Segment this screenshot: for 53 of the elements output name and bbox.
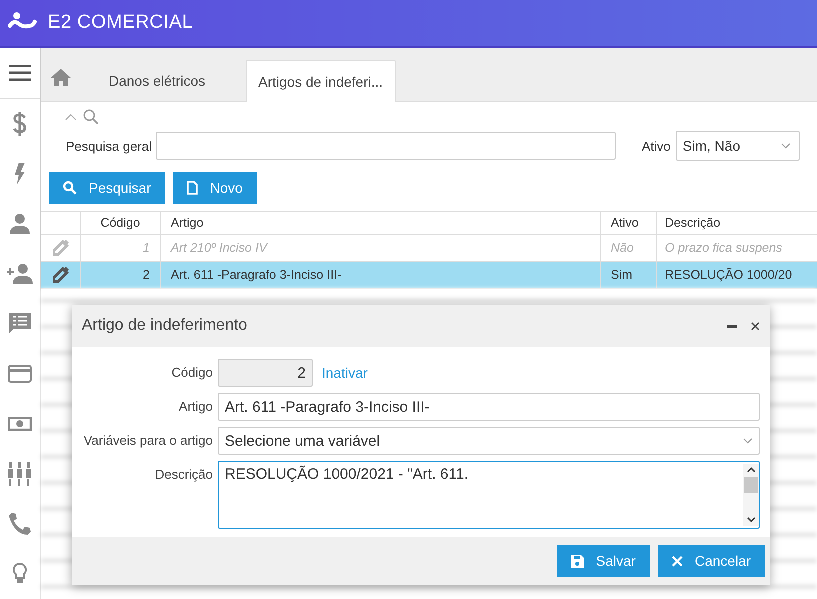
search-icon[interactable] — [83, 109, 99, 125]
search-icon — [63, 181, 77, 195]
person-icon[interactable] — [10, 214, 30, 234]
chevron-down-icon — [780, 143, 791, 149]
column-header[interactable]: Código — [81, 212, 161, 234]
close-icon — [672, 556, 683, 566]
table-cell-text: RESOLUÇÃO 1000/20 — [664, 267, 794, 284]
phone-icon[interactable] — [9, 513, 31, 535]
description-field[interactable]: RESOLUÇÃO 1000/2021 - "Art. 611. — [218, 461, 760, 529]
table-cell: Não — [601, 235, 657, 261]
table-row[interactable]: 2 Art. 611 -Paragrafo 3-Inciso III- Sim RESOLUÇÃO 1000/20 — [41, 262, 817, 289]
scrollbar[interactable] — [743, 464, 759, 526]
close-icon[interactable] — [751, 322, 760, 330]
table-cell: Art. 611 -Paragrafo 3-Inciso III- — [161, 262, 601, 288]
dialog-title: Artigo de indeferimento — [82, 317, 248, 335]
search-field[interactable] — [156, 132, 616, 160]
chevron-down-icon — [743, 438, 753, 444]
field-label: Código — [170, 364, 214, 382]
search-label: Pesquisa geral — [65, 138, 153, 154]
variable-select[interactable]: Selecione uma variável — [218, 427, 760, 455]
article-field[interactable]: Art. 611 -Paragrafo 3-Inciso III- — [218, 393, 760, 421]
tab[interactable]: Artigos de indeferi... — [246, 60, 396, 102]
lightbulb-icon[interactable] — [13, 563, 27, 585]
add-person-icon[interactable] — [7, 264, 33, 284]
menu-icon — [9, 65, 31, 81]
collapse-icon[interactable] — [65, 114, 77, 120]
table-cell-text: O prazo fica suspens — [664, 240, 784, 257]
table-cell: 2 — [81, 262, 161, 288]
credit-card-icon[interactable] — [8, 365, 32, 383]
scroll-down-icon[interactable] — [746, 517, 756, 523]
banknote-icon[interactable] — [8, 417, 32, 431]
column-header[interactable]: Ativo — [601, 212, 657, 234]
column-header[interactable]: Descrição — [657, 212, 817, 234]
comment-list-icon[interactable] — [9, 313, 31, 335]
table-cell: 1 — [81, 235, 161, 261]
plugs-icon[interactable] — [8, 462, 32, 486]
tab[interactable]: Danos elétricos — [97, 61, 218, 101]
home-icon — [51, 68, 71, 86]
field-label: Variáveis para o artigo — [82, 432, 214, 450]
dollar-icon[interactable] — [13, 112, 27, 136]
field-label: Descrição — [154, 466, 214, 484]
brand-name: E2 COMERCIAL — [48, 12, 194, 34]
table-cell: Art 210º Inciso IV — [161, 235, 601, 261]
table-cell: Sim — [601, 262, 657, 288]
active-select[interactable]: Sim, Não — [676, 131, 800, 161]
column-header[interactable]: Artigo — [161, 212, 601, 234]
scroll-up-icon[interactable] — [746, 467, 756, 473]
pencil-icon[interactable] — [52, 267, 68, 283]
active-label: Ativo — [642, 138, 671, 154]
document-icon — [187, 181, 198, 195]
field-label: Artigo — [178, 398, 214, 416]
minimize-icon[interactable] — [727, 324, 737, 328]
lightning-icon[interactable] — [14, 163, 26, 185]
